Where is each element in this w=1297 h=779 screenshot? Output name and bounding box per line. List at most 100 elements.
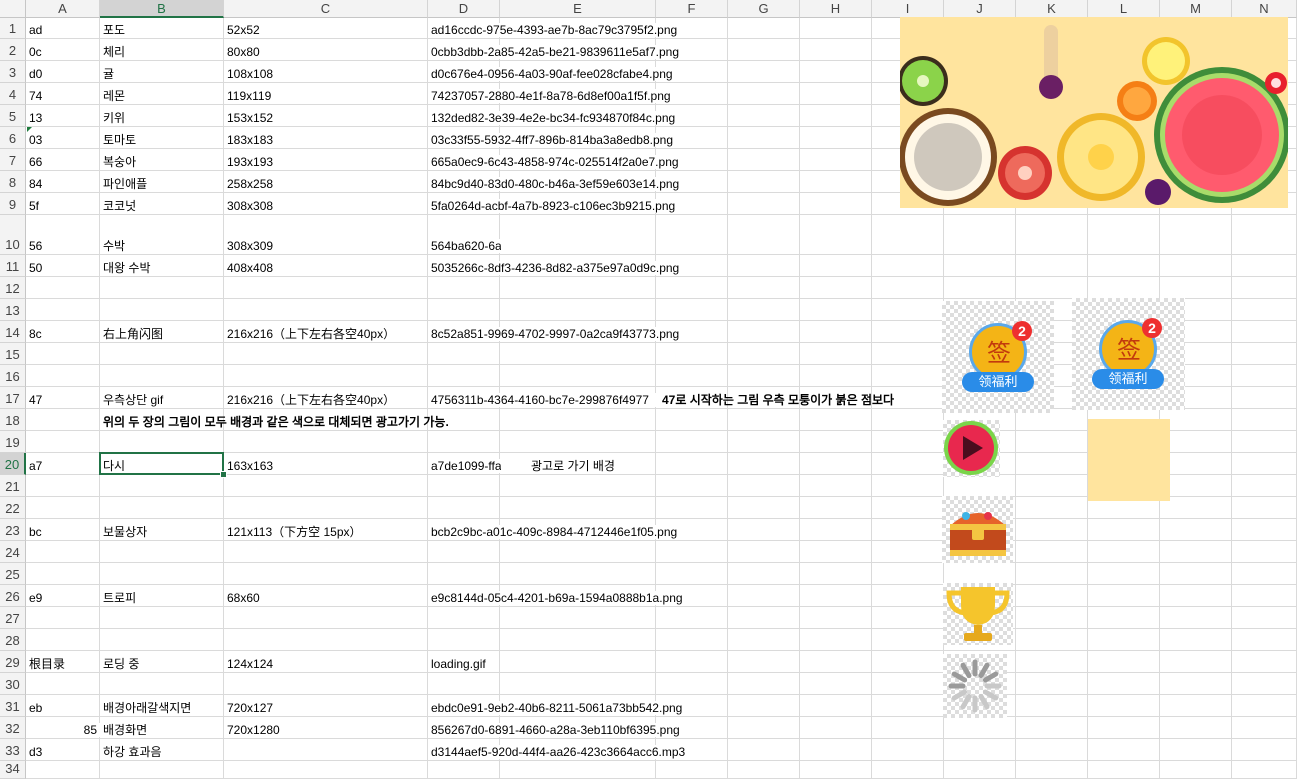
cell-e20[interactable]: 광고로 가기 배경 xyxy=(528,459,615,473)
row-header-14[interactable]: 14 xyxy=(0,321,26,343)
cell-c8[interactable]: 258x258 xyxy=(224,177,274,191)
cell-c1[interactable]: 52x52 xyxy=(224,23,260,37)
cell-e17[interactable]: 47로 시작하는 그림 우측 모퉁이가 붉은 점보다 xyxy=(659,393,894,407)
row-header-6[interactable]: 6 xyxy=(0,127,26,149)
cell-b23[interactable]: 보물상자 xyxy=(100,525,148,539)
select-all-corner[interactable] xyxy=(0,0,26,18)
cell-b26[interactable]: 트로피 xyxy=(100,591,137,605)
cell-a26[interactable]: e9 xyxy=(26,591,43,605)
cell-d33[interactable]: d3144aef5-920d-44f4-aa26-423c3664acc6.mp… xyxy=(428,745,686,759)
cell-c2[interactable]: 80x80 xyxy=(224,45,260,59)
cell-d3[interactable]: d0c676e4-0956-4a03-90af-fee028cfabe4.png xyxy=(428,67,673,81)
cell-b11[interactable]: 대왕 수박 xyxy=(100,261,151,275)
cell-a20[interactable]: a7 xyxy=(26,459,43,473)
column-header-j[interactable]: J xyxy=(944,0,1016,18)
row-header-4[interactable]: 4 xyxy=(0,83,26,105)
cell-c11[interactable]: 408x408 xyxy=(224,261,274,275)
row-header-3[interactable]: 3 xyxy=(0,61,26,83)
cell-d20[interactable]: a7de1099-ffa xyxy=(428,459,501,473)
cell-c29[interactable]: 124x124 xyxy=(224,657,274,671)
cell-a5[interactable]: 13 xyxy=(26,111,43,125)
row-header-25[interactable]: 25 xyxy=(0,563,26,585)
row-header-1[interactable]: 1 xyxy=(0,18,26,39)
fill-handle[interactable] xyxy=(220,471,227,478)
cell-c3[interactable]: 108x108 xyxy=(224,67,274,81)
cell-d10[interactable]: 564ba620-6a xyxy=(428,239,501,253)
cell-b18[interactable]: 위의 두 장의 그림이 모두 배경과 같은 색으로 대체되면 광고가기 가능. xyxy=(100,415,449,429)
row-header-17[interactable]: 17 xyxy=(0,387,26,409)
cell-c32[interactable]: 720x1280 xyxy=(224,723,280,737)
row-header-31[interactable]: 31 xyxy=(0,695,26,717)
cell-d23[interactable]: bcb2c9bc-a01c-409c-8984-4712446e1f05.png xyxy=(428,525,678,539)
cell-a9[interactable]: 5f xyxy=(26,199,40,213)
row-header-24[interactable]: 24 xyxy=(0,541,26,563)
cell-b31[interactable]: 배경아래갈색지면 xyxy=(100,701,192,715)
cell-a33[interactable]: d3 xyxy=(26,745,43,759)
row-header-12[interactable]: 12 xyxy=(0,277,26,299)
cell-a1[interactable]: ad xyxy=(26,23,43,37)
cell-b3[interactable]: 귤 xyxy=(100,67,115,81)
cell-d11[interactable]: 5035266c-8df3-4236-8d82-a375e97a0d9c.png xyxy=(428,261,680,275)
cell-d8[interactable]: 84bc9d40-83d0-480c-b46a-3ef59e603e14.png xyxy=(428,177,680,191)
cell-c5[interactable]: 153x152 xyxy=(224,111,274,125)
cell-a7[interactable]: 66 xyxy=(26,155,43,169)
cell-b6[interactable]: 토마토 xyxy=(100,133,137,147)
cell-b17[interactable]: 우측상단 gif xyxy=(100,393,164,407)
column-header-c[interactable]: C xyxy=(224,0,428,18)
cell-b5[interactable]: 키위 xyxy=(100,111,126,125)
row-header-30[interactable]: 30 xyxy=(0,673,26,695)
cell-b29[interactable]: 로딩 중 xyxy=(100,657,140,671)
cell-c9[interactable]: 308x308 xyxy=(224,199,274,213)
cell-c10[interactable]: 308x309 xyxy=(224,239,274,253)
row-header-21[interactable]: 21 xyxy=(0,475,26,497)
cell-d17[interactable]: 4756311b-4364-4160-bc7e-299876f4977 xyxy=(428,393,659,407)
cell-a6[interactable]: 03 xyxy=(26,133,43,147)
column-header-m[interactable]: M xyxy=(1160,0,1232,18)
cell-a3[interactable]: d0 xyxy=(26,67,43,81)
column-header-n[interactable]: N xyxy=(1232,0,1297,18)
row-header-5[interactable]: 5 xyxy=(0,105,26,127)
column-header-l[interactable]: L xyxy=(1088,0,1160,18)
cell-a23[interactable]: bc xyxy=(26,525,42,539)
column-header-h[interactable]: H xyxy=(800,0,872,18)
cell-d14[interactable]: 8c52a851-9969-4702-9997-0a2ca9f43773.png xyxy=(428,327,680,341)
sign-in-reward-image-2[interactable]: 签 2 领福利 xyxy=(1072,298,1185,410)
cell-d5[interactable]: 132ded82-3e39-4e2e-bc34-fc934870f84c.png xyxy=(428,111,676,125)
row-header-9[interactable]: 9 xyxy=(0,193,26,215)
row-header-2[interactable]: 2 xyxy=(0,39,26,61)
cell-b7[interactable]: 복숭아 xyxy=(100,155,137,169)
cell-d4[interactable]: 74237057-2880-4e1f-8a78-6d8ef00a1f5f.png xyxy=(428,89,671,103)
cell-c23[interactable]: 121x113（下方空 15px） xyxy=(224,525,362,539)
cell-c20[interactable]: 163x163 xyxy=(224,459,274,473)
column-header-i[interactable]: I xyxy=(872,0,944,18)
cell-a4[interactable]: 74 xyxy=(26,89,43,103)
cell-d29[interactable]: loading.gif xyxy=(428,657,486,671)
row-header-7[interactable]: 7 xyxy=(0,149,26,171)
treasure-chest-image[interactable] xyxy=(942,496,1013,563)
cell-a14[interactable]: 8c xyxy=(26,327,42,341)
row-header-10[interactable]: 10 xyxy=(0,215,26,255)
cell-d1[interactable]: ad16ccdc-975e-4393-ae7b-8ac79c3795f2.png xyxy=(428,23,678,37)
cell-b4[interactable]: 레몬 xyxy=(100,89,126,103)
row-header-8[interactable]: 8 xyxy=(0,171,26,193)
column-header-e[interactable]: E xyxy=(500,0,656,18)
cell-a32[interactable]: 85 xyxy=(26,723,100,737)
row-header-26[interactable]: 26 xyxy=(0,585,26,607)
cell-b33[interactable]: 하강 효과음 xyxy=(100,745,162,759)
cell-d7[interactable]: 665a0ec9-6c43-4858-974c-025514f2a0e7.png xyxy=(428,155,679,169)
row-header-20[interactable]: 20 xyxy=(0,453,26,475)
column-header-k[interactable]: K xyxy=(1016,0,1088,18)
sign-in-reward-image-1[interactable]: 签 2 领福利 xyxy=(942,301,1054,413)
row-header-34[interactable]: 34 xyxy=(0,761,26,779)
cell-a10[interactable]: 56 xyxy=(26,239,43,253)
row-header-32[interactable]: 32 xyxy=(0,717,26,739)
cell-a8[interactable]: 84 xyxy=(26,177,43,191)
cell-a29[interactable]: 根目录 xyxy=(26,657,66,671)
cell-d6[interactable]: 03c33f55-5932-4ff7-896b-814ba3a8edb8.png xyxy=(428,133,673,147)
row-header-27[interactable]: 27 xyxy=(0,607,26,629)
play-button-image[interactable] xyxy=(943,420,1000,477)
row-header-15[interactable]: 15 xyxy=(0,343,26,365)
column-header-a[interactable]: A xyxy=(26,0,100,18)
row-header-29[interactable]: 29 xyxy=(0,651,26,673)
cell-a2[interactable]: 0c xyxy=(26,45,42,59)
